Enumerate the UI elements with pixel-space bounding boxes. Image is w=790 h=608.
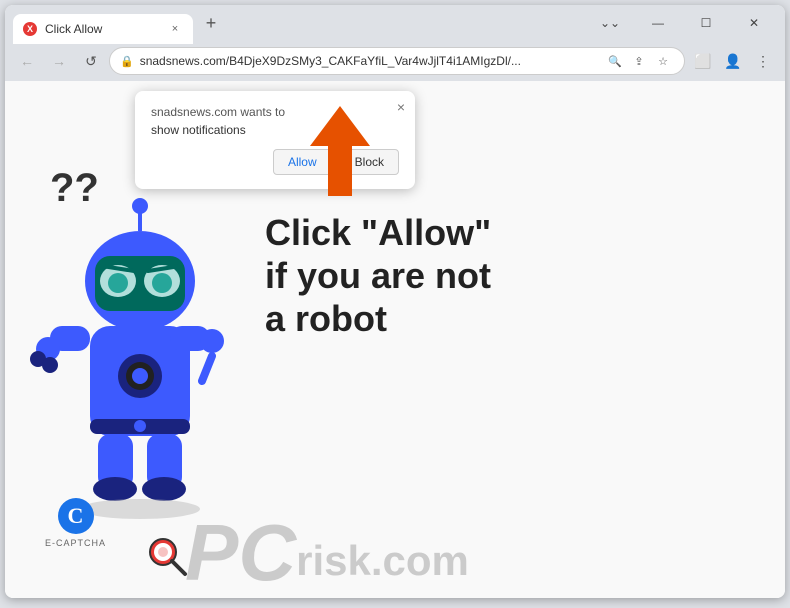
lock-icon: 🔒 <box>120 55 134 68</box>
popup-close-icon[interactable]: × <box>397 99 405 115</box>
arrow-svg <box>300 101 380 201</box>
tab-close-btn[interactable]: × <box>167 21 183 37</box>
svg-text:??: ?? <box>50 166 99 210</box>
close-button[interactable]: ✕ <box>731 7 777 39</box>
refresh-button[interactable]: ↺ <box>77 47 105 75</box>
pcrisk-search-icon <box>145 534 189 578</box>
browser-tab[interactable]: X Click Allow × <box>13 14 193 44</box>
extensions-button[interactable]: ⬜ <box>689 47 717 75</box>
arrow-indicator <box>300 101 380 206</box>
share-icon[interactable]: ⇪ <box>628 50 650 72</box>
search-url-icon[interactable]: 🔍 <box>604 50 626 72</box>
title-bar: X Click Allow × + ⌄⌄ — ☐ ✕ <box>5 5 785 41</box>
address-bar: ← → ↺ 🔒 snadsnews.com/B4DjeX9DzSMy3_CAKF… <box>5 41 785 81</box>
menu-button[interactable]: ⋮ <box>749 47 777 75</box>
main-text-line2: if you are not <box>265 254 491 297</box>
profile-button[interactable]: 👤 <box>719 47 747 75</box>
bookmark-icon[interactable]: ☆ <box>652 50 674 72</box>
browser-actions: ⬜ 👤 ⋮ <box>689 47 777 75</box>
tab-area: X Click Allow × + <box>13 5 583 41</box>
url-bar[interactable]: 🔒 snadsnews.com/B4DjeX9DzSMy3_CAKFaYfiL_… <box>109 47 685 75</box>
main-text-line3: a robot <box>265 297 491 340</box>
main-message: Click "Allow" if you are not a robot <box>265 211 491 341</box>
maximize-button[interactable]: ☐ <box>683 7 729 39</box>
url-actions: 🔍 ⇪ ☆ <box>604 50 674 72</box>
pc-text: PC <box>185 513 296 593</box>
new-tab-button[interactable]: + <box>197 9 225 37</box>
main-text-line1: Click "Allow" <box>265 211 491 254</box>
page-content: × snadsnews.com wants to show notificati… <box>5 81 785 598</box>
tab-title: Click Allow <box>45 22 159 36</box>
robot-illustration: ?? <box>30 141 250 521</box>
minimize-button[interactable]: — <box>635 7 681 39</box>
forward-button[interactable]: → <box>45 47 73 75</box>
back-button[interactable]: ← <box>13 47 41 75</box>
chevron-icon: ⌄⌄ <box>587 7 633 39</box>
browser-window: X Click Allow × + ⌄⌄ — ☐ ✕ ← → ↺ 🔒 snads… <box>5 5 785 598</box>
window-controls: ⌄⌄ — ☐ ✕ <box>587 7 777 39</box>
url-text: snadsnews.com/B4DjeX9DzSMy3_CAKFaYfiL_Va… <box>140 54 598 68</box>
tab-favicon: X <box>23 22 37 36</box>
risk-text: risk.com <box>296 537 469 593</box>
robot-svg: ?? <box>30 141 250 521</box>
pcrisk-logo: PC risk.com <box>85 513 469 593</box>
